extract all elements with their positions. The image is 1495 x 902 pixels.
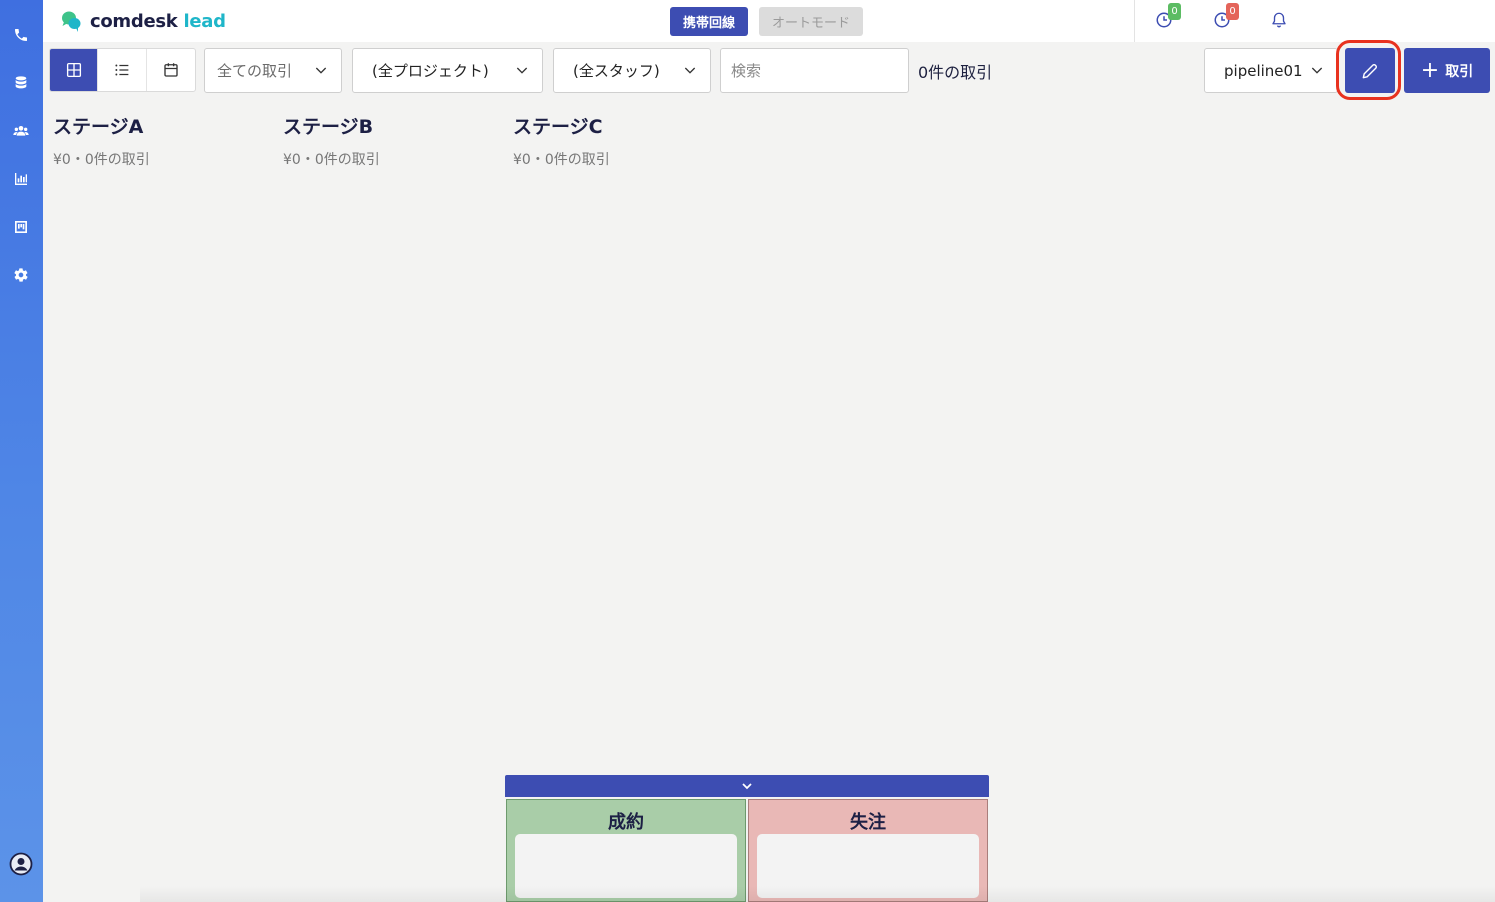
chevron-down-icon [684,67,696,74]
chevron-down-icon [315,67,327,74]
stage-summary: ¥0・0件の取引 [513,152,610,168]
won-drop-area[interactable] [515,834,737,898]
sidebar [0,0,43,902]
add-deal-button[interactable]: + 取引 [1404,48,1490,93]
stage-name: ステージA [53,116,144,138]
users-icon[interactable] [11,121,31,141]
staff-value: (全スタッフ) [573,62,660,80]
overdue-count-badge: 0 [1226,3,1239,20]
stage-name: ステージC [513,116,603,138]
auto-mode-button[interactable]: オートモード [759,7,864,36]
list-icon [115,64,129,76]
top-header: comdesk lead 携帯回線 オートモード 0 0 [43,0,1495,42]
won-dropzone-title: 成約 [608,812,644,833]
chevron-down-icon [1311,67,1323,74]
add-deal-label: 取引 [1445,63,1474,80]
phone-icon[interactable] [11,25,31,45]
logo-mark-icon [60,9,84,33]
deal-status-select[interactable]: 全ての取引 [204,48,342,93]
stage-summary: ¥0・0件の取引 [53,152,150,168]
won-dropzone[interactable]: 成約 [506,799,746,902]
calendar-view-button[interactable] [147,49,195,91]
pipeline-value: pipeline01 [1224,61,1303,80]
header-divider [1134,0,1135,42]
kanban-icon[interactable] [11,217,31,237]
stage-column: ステージC ¥0・0件の取引 [513,112,610,169]
project-value: (全プロジェクト) [372,62,489,80]
lost-dropzone[interactable]: 失注 [748,799,988,902]
stage-column: ステージB ¥0・0件の取引 [283,112,380,169]
list-view-button[interactable] [98,49,147,91]
pipeline-select[interactable]: pipeline01 [1204,48,1338,93]
stage-column: ステージA ¥0・0件の取引 [53,112,150,169]
deal-count: 0件の取引 [918,63,993,82]
lost-drop-area[interactable] [757,834,979,898]
dropzone-toggle-bar[interactable] [505,775,989,797]
scheduled-clock-button[interactable]: 0 [1155,3,1181,29]
staff-select[interactable]: (全スタッフ) [553,48,711,93]
board-view-button[interactable] [50,49,99,91]
logo-comdesk: comdesk [90,10,178,32]
chevron-down-icon [516,67,528,74]
logo-lead: lead [183,10,226,32]
plus-icon: + [1420,57,1440,83]
edit-pipeline-button[interactable] [1345,48,1395,93]
bar-chart-icon[interactable] [11,169,31,189]
logo-text: comdesk lead [90,11,226,32]
lost-dropzone-title: 失注 [850,812,886,833]
database-icon[interactable] [11,73,31,93]
deal-status-value: 全ての取引 [217,62,293,80]
stage-summary: ¥0・0件の取引 [283,152,380,168]
calendar-icon [164,63,178,77]
grid-icon [66,62,81,78]
overdue-clock-button[interactable]: 0 [1213,3,1239,29]
app-logo[interactable]: comdesk lead [60,9,226,33]
user-circle-icon[interactable] [9,852,33,876]
notification-bell-button[interactable] [1270,11,1288,29]
stage-name: ステージB [283,116,374,138]
mobile-line-mode-button[interactable]: 携帯回線 [670,7,749,36]
chevron-down-icon [742,783,752,790]
project-select[interactable]: (全プロジェクト) [352,48,543,93]
scheduled-count-badge: 0 [1168,3,1181,20]
search-input[interactable] [720,48,909,93]
gear-icon[interactable] [11,265,31,285]
view-switcher [49,48,196,92]
bell-icon [1272,12,1286,28]
pencil-icon [1362,63,1378,78]
